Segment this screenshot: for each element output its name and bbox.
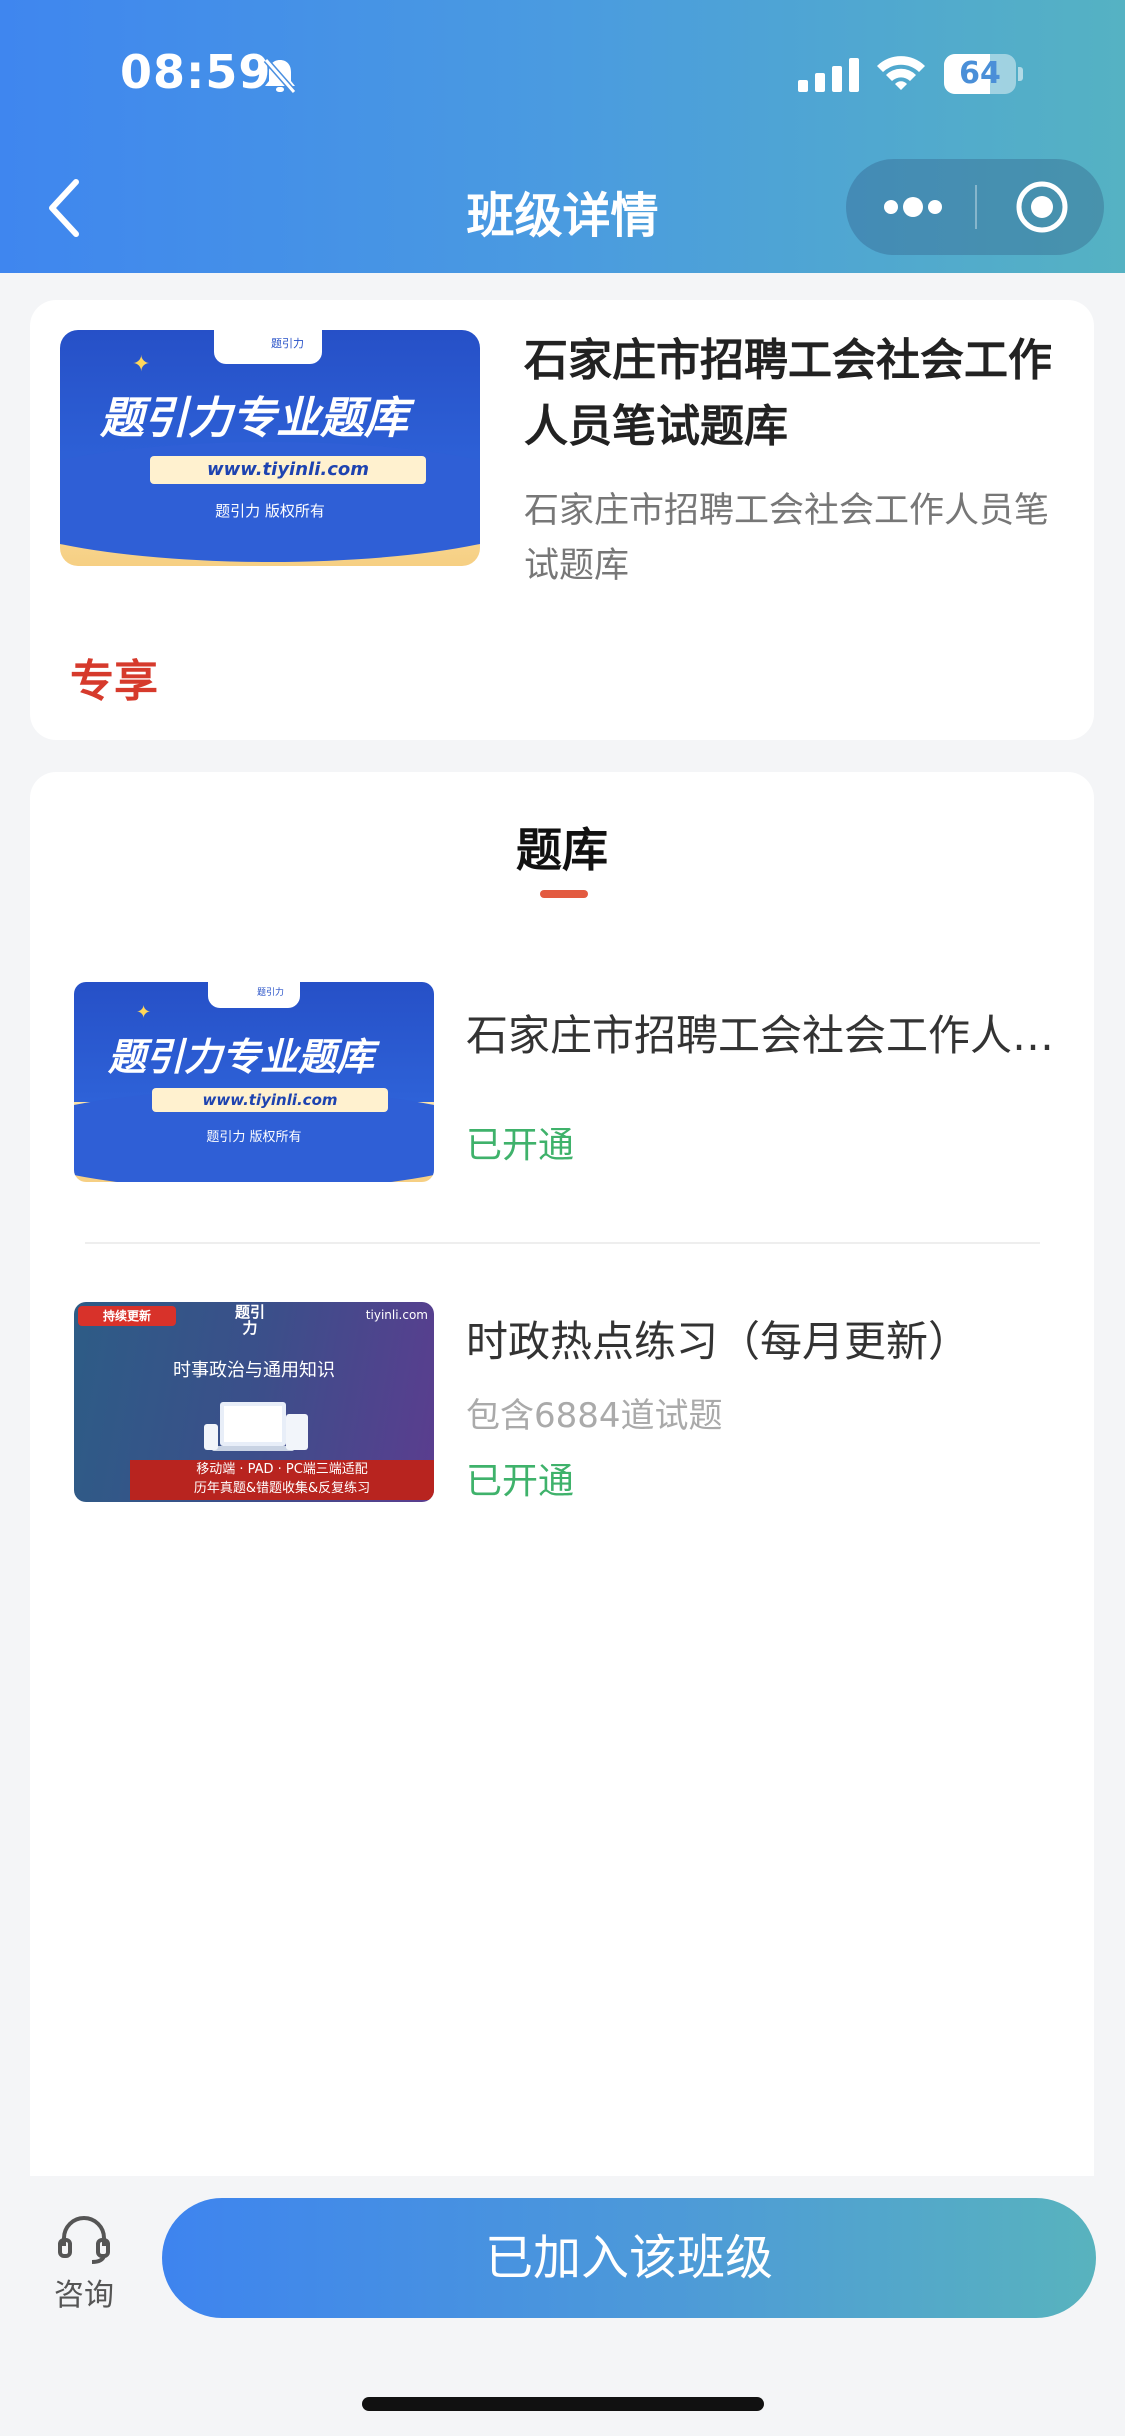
cover-banner-line1: 移动端 · PAD · PC端三端适配: [196, 1462, 368, 1477]
cover-copyright: 题引力 版权所有: [215, 502, 325, 520]
devices-illustration: [204, 1402, 308, 1451]
header: 08:59 64 班级详情: [0, 0, 1125, 273]
battery-level-text: 64: [959, 56, 1001, 91]
cover-url: www.tiyinli.com: [152, 1088, 388, 1112]
cover-main-text: 题引力专业题库: [100, 393, 408, 444]
star-icon: ✦: [132, 352, 151, 377]
cover-banner: 移动端 · PAD · PC端三端适配 历年真题&错题收集&反复练习: [130, 1460, 434, 1500]
question-bank-item[interactable]: 题引力 ✦ 题引力专业题库 www.tiyinli.com 题引力 版权所有 石…: [30, 982, 1094, 1182]
item-title: 时政热点练习（每月更新）: [466, 1317, 971, 1366]
cover-url: www.tiyinli.com: [150, 456, 426, 484]
class-info-card: 题引力 ✦ 题引力专业题库 www.tiyinli.com 题引力 版权所有 石…: [30, 300, 1094, 740]
exclusive-tag: 专享: [70, 656, 158, 707]
cover-badge: 持续更新: [78, 1306, 176, 1326]
item-cover-image: 持续更新 题引力 tiyinli.com 时事政治与通用知识 移动端 · PAD…: [74, 1302, 434, 1502]
item-status: 已开通: [466, 1461, 575, 1502]
status-time: 08:59: [120, 45, 272, 99]
question-bank-item[interactable]: 持续更新 题引力 tiyinli.com 时事政治与通用知识 移动端 · PAD…: [30, 1302, 1094, 1502]
cover-site: tiyinli.com: [365, 1308, 428, 1322]
class-description: 石家庄市招聘工会社会工作人员笔试题库: [524, 491, 1050, 586]
target-icon[interactable]: [1014, 179, 1070, 235]
mini-program-capsule: [846, 159, 1104, 255]
cover-banner-line2: 历年真题&错题收集&反复练习: [193, 1481, 371, 1496]
class-title: 石家庄市招聘工会社会工作人员笔试题库: [524, 335, 1052, 452]
item-title: 石家庄市招聘工会社会工作人员笔试题库: [466, 1011, 1066, 1060]
cover-tab-text: 题引力: [271, 337, 304, 350]
wifi-icon: [877, 56, 925, 90]
mute-icon: [263, 58, 297, 94]
item-status: 已开通: [466, 1125, 575, 1166]
consult-label: 咨询: [54, 2278, 114, 2313]
class-cover-image: 题引力 ✦ 题引力专业题库 www.tiyinli.com 题引力 版权所有: [60, 330, 480, 566]
signal-icon: [798, 58, 859, 92]
question-bank-card: 题库 题引力 ✦ 题引力专业题库 www.tiyinli.com 题引力 版权所…: [30, 772, 1094, 2252]
cover-tab: 题引力: [214, 330, 322, 364]
section-title-underline: [540, 890, 588, 898]
battery-icon: 64: [944, 54, 1024, 94]
star-icon: ✦: [136, 1002, 152, 1023]
item-cover-image: 题引力 ✦ 题引力专业题库 www.tiyinli.com 题引力 版权所有: [74, 982, 434, 1182]
cover-tab-text: 题引力: [256, 988, 284, 998]
cover-main-text: 题引力专业题库: [108, 1035, 375, 1079]
headset-icon: [58, 2216, 110, 2264]
more-icon[interactable]: [882, 193, 944, 221]
cover-tab: 题引力: [208, 982, 300, 1008]
consult-button[interactable]: 咨询: [44, 2216, 124, 2314]
section-title-question-bank[interactable]: 题库: [30, 814, 1094, 880]
cover-logo: 题引力: [234, 1303, 265, 1337]
home-indicator: [362, 2397, 764, 2411]
joined-class-button[interactable]: 已加入该班级: [162, 2198, 1096, 2318]
cover-headline: 时事政治与通用知识: [173, 1360, 335, 1381]
item-question-count: 包含6884道试题: [466, 1396, 723, 1436]
item-divider: [85, 1242, 1040, 1244]
cover-copyright: 题引力 版权所有: [206, 1130, 302, 1145]
